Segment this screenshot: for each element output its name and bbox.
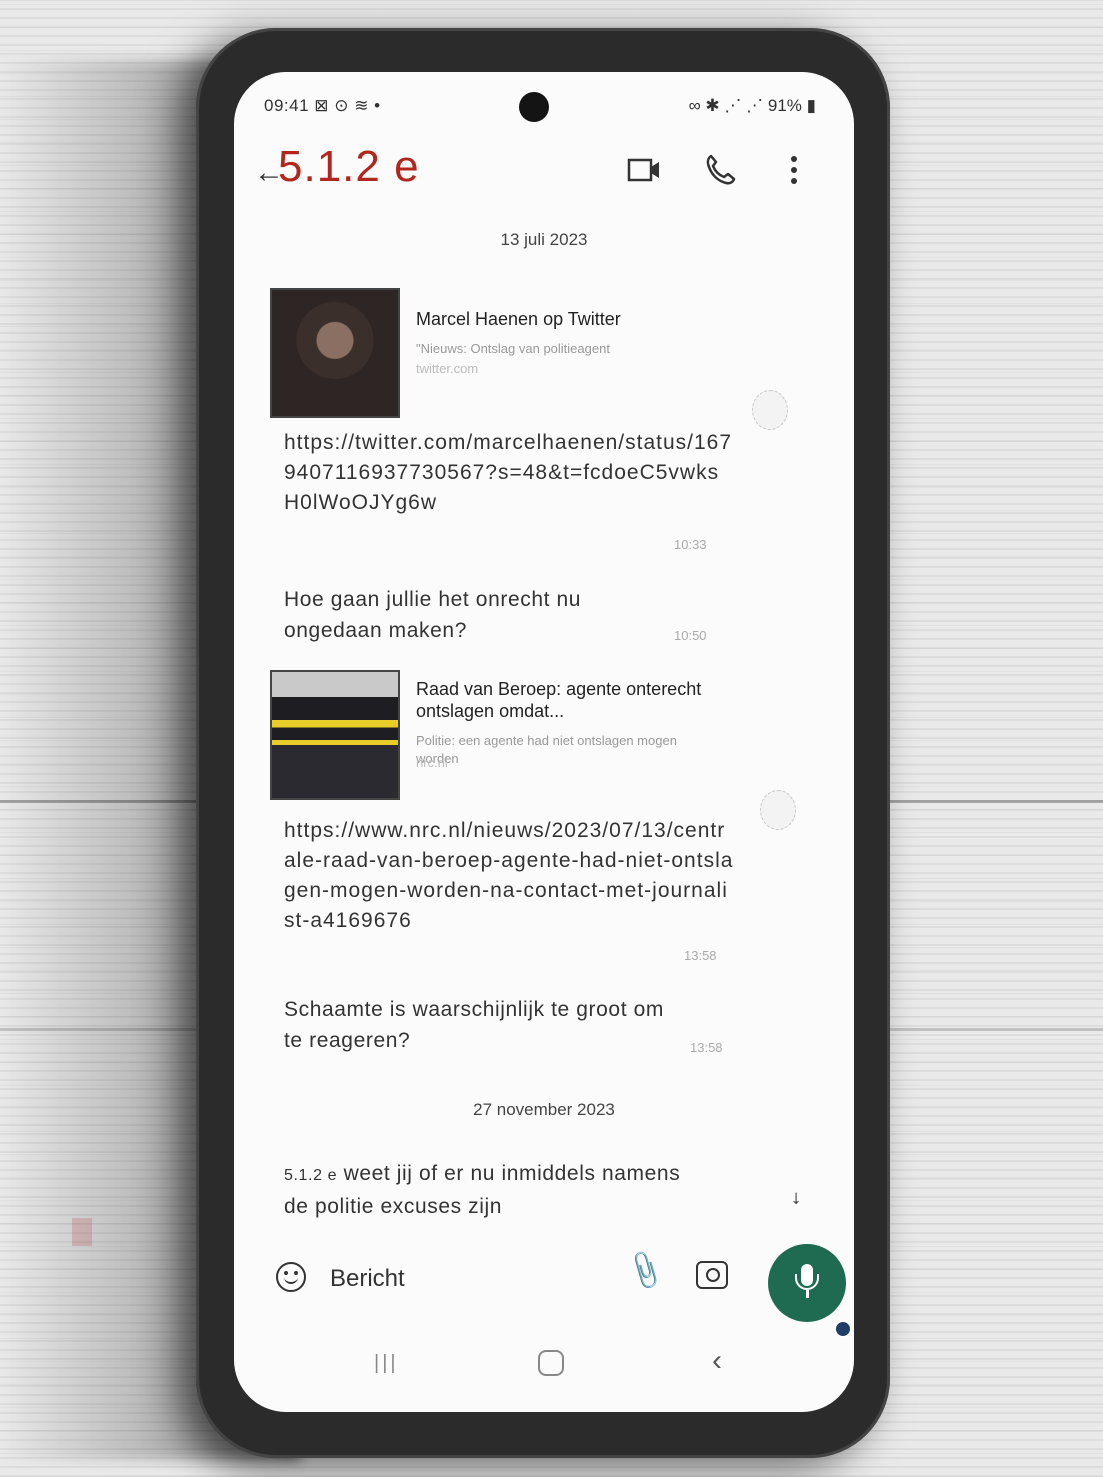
message-time: 10:50 — [674, 628, 707, 643]
reaction-icon[interactable] — [752, 390, 788, 430]
link-preview-description: "Nieuws: Ontslag van politieagent — [416, 341, 610, 356]
link-preview-title: Raad van Beroep: agente onterecht ontsla… — [416, 679, 702, 721]
message-text: Schaamte is waarschijnlijk te groot om t… — [284, 998, 664, 1052]
paperclip-icon[interactable]: 📎 — [623, 1248, 669, 1293]
message-text: Hoe gaan jullie het onrecht nu ongedaan … — [284, 588, 582, 642]
phone-icon[interactable] — [700, 150, 740, 190]
double-chevron-down-icon[interactable]: ↓ — [790, 1187, 802, 1209]
emoji-icon[interactable] — [276, 1262, 306, 1292]
system-nav-bar: ||| ‹ — [234, 1340, 854, 1390]
reaction-icon[interactable] — [760, 790, 796, 830]
link-preview-domain: twitter.com — [416, 361, 479, 376]
message-composer: 📎 — [234, 1244, 854, 1322]
link-thumbnail — [270, 670, 400, 800]
contact-name[interactable]: 5.1.2 e — [278, 142, 420, 192]
battery-icon: ▮ — [806, 96, 816, 115]
status-time: 09:41 — [264, 96, 310, 115]
message-sender-redaction: 5.1.2 e — [284, 1167, 338, 1184]
background-mark — [72, 1218, 92, 1246]
status-right: ∞ ✱ ⋰ ⋰ 91% ▮ — [689, 96, 816, 116]
status-left: 09:41 ⊠ ⊙ ≋ • — [264, 96, 381, 116]
message-link[interactable]: https://www.nrc.nl/nieuws/2023/07/13/cen… — [284, 816, 734, 936]
message-body: weet jij of er nu inmiddels namens de po… — [284, 1162, 681, 1218]
message-link[interactable]: https://twitter.com/marcelhaenen/status/… — [284, 428, 734, 518]
link-preview-card[interactable]: Raad van Beroep: agente onterecht ontsla… — [270, 670, 740, 804]
back-icon[interactable]: ‹ — [712, 1344, 722, 1378]
video-camera-icon[interactable] — [624, 150, 664, 190]
battery-level: 91% — [767, 96, 802, 115]
notification-icons: ⊠ ⊙ ≋ • — [314, 96, 381, 115]
home-icon[interactable] — [538, 1350, 564, 1376]
voice-message-button[interactable] — [768, 1244, 846, 1322]
date-separator: 27 november 2023 — [473, 1100, 615, 1119]
message-time: 13:58 — [684, 948, 717, 963]
phone-screen: 09:41 ⊠ ⊙ ≋ • ∞ ✱ ⋰ ⋰ 91% ▮ ← 5.1.2 e 13… — [234, 72, 854, 1412]
date-separator: 13 juli 2023 — [500, 230, 588, 249]
camera-icon[interactable] — [696, 1261, 728, 1289]
microphone-stand — [795, 1274, 819, 1290]
badge-dot — [834, 1320, 852, 1338]
message-text: 5.1.2 e weet jij of er nu inmiddels name… — [284, 1158, 684, 1222]
chat-header: ← 5.1.2 e — [234, 134, 854, 204]
link-preview-card[interactable]: Marcel Haenen op Twitter "Nieuws: Ontsla… — [270, 288, 740, 422]
recent-apps-icon[interactable]: ||| — [374, 1352, 396, 1374]
link-preview-domain: nrc.nl — [416, 755, 448, 770]
system-icons: ∞ ✱ ⋰ ⋰ — [688, 96, 764, 115]
message-time: 10:33 — [674, 537, 707, 552]
status-bar: 09:41 ⊠ ⊙ ≋ • ∞ ✱ ⋰ ⋰ 91% ▮ — [264, 92, 816, 122]
message-time: 13:58 — [690, 1040, 723, 1055]
link-preview-title: Marcel Haenen op Twitter — [416, 309, 621, 329]
more-vert-icon[interactable] — [774, 150, 814, 190]
link-thumbnail — [270, 288, 400, 418]
message-input[interactable] — [328, 1262, 552, 1296]
microphone-foot — [806, 1290, 809, 1298]
